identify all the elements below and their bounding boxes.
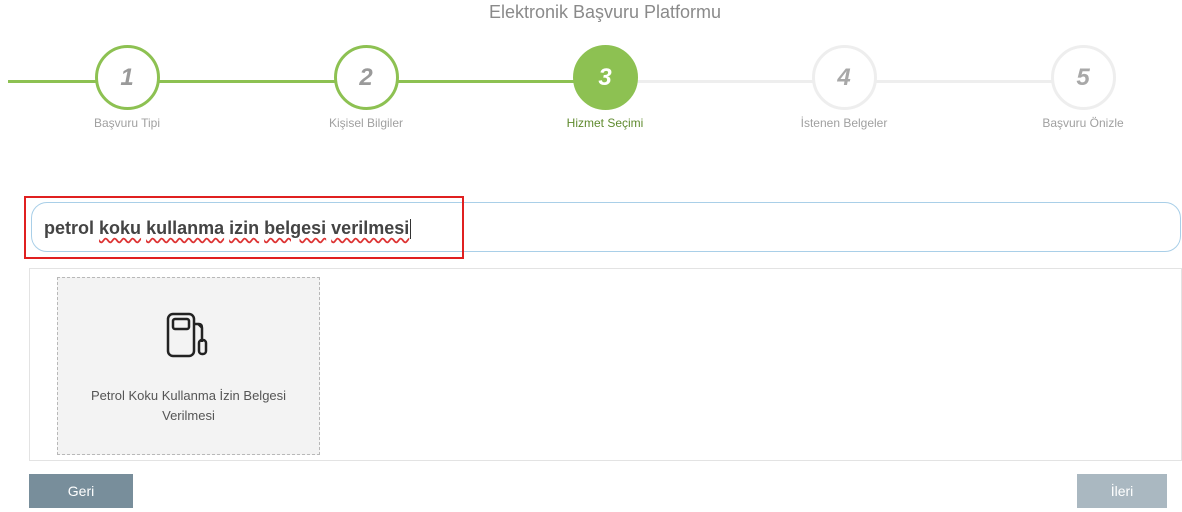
step-5-number: 5: [1050, 45, 1116, 110]
step-2-label: Kişisel Bilgiler: [328, 116, 404, 130]
results-panel: Petrol Koku Kullanma İzin Belgesi Verilm…: [29, 268, 1182, 461]
step-4-label: İstenen Belgeler: [800, 116, 888, 130]
step-1-number: 1: [94, 45, 160, 110]
step-5-label: Başvuru Önizle: [1042, 116, 1124, 130]
search-highlight-box: [24, 196, 464, 259]
service-card[interactable]: Petrol Koku Kullanma İzin Belgesi Verilm…: [57, 277, 320, 455]
page-title: Elektronik Başvuru Platformu: [488, 2, 722, 22]
step-3-number: 3: [572, 45, 638, 110]
step-3[interactable]: 3 Hizmet Seçimi: [530, 45, 680, 130]
step-5[interactable]: 5 Başvuru Önizle: [1008, 45, 1158, 130]
service-card-label: Petrol Koku Kullanma İzin Belgesi Verilm…: [90, 388, 287, 423]
step-4-number: 4: [811, 45, 877, 110]
step-2-number: 2: [333, 45, 399, 110]
fuel-pump-icon: [166, 312, 208, 358]
back-button[interactable]: Geri: [29, 474, 133, 508]
step-1[interactable]: 1 Başvuru Tipi: [52, 45, 202, 130]
step-3-label: Hizmet Seçimi: [566, 116, 644, 130]
step-4[interactable]: 4 İstenen Belgeler: [769, 45, 919, 130]
step-2[interactable]: 2 Kişisel Bilgiler: [291, 45, 441, 130]
next-button[interactable]: İleri: [1077, 474, 1167, 508]
step-1-label: Başvuru Tipi: [93, 116, 161, 130]
